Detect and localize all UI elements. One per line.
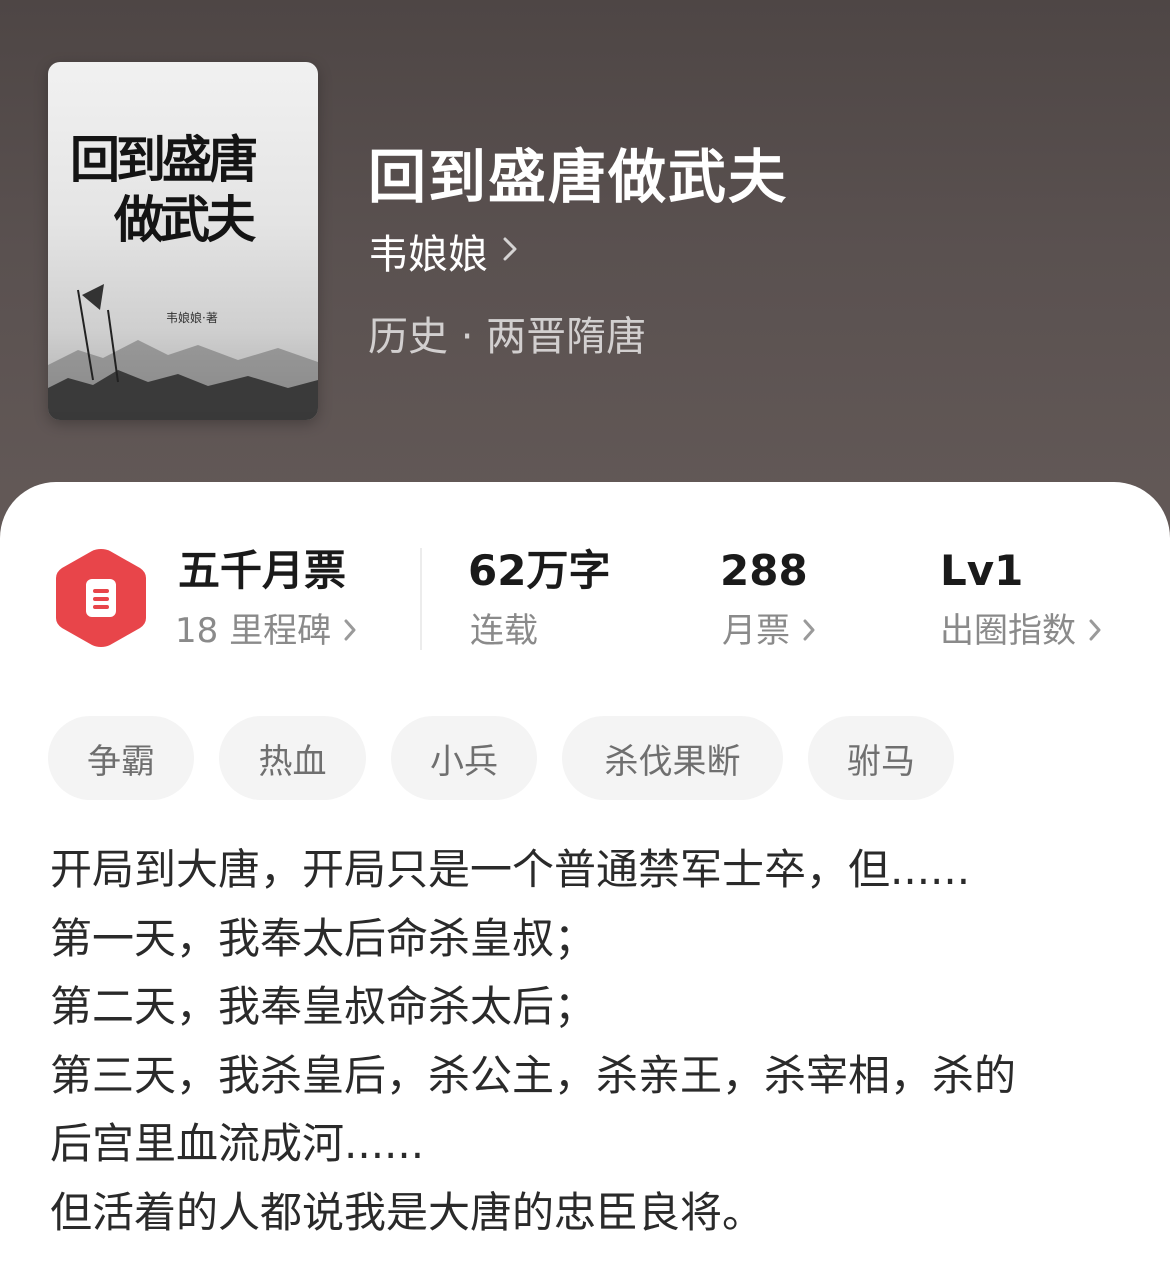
synopsis-line: 第二天，我奉皇叔命杀太后； [50,982,597,1031]
cover-title-art: 回到盛唐 做武夫 [70,130,310,250]
synopsis-line: 开局到大唐，开局只是一个普通禁军士卒，但...... [50,845,971,894]
monthly-vote-count: 288 [720,546,808,595]
tag-chip[interactable]: 驸马 [808,716,954,800]
book-category[interactable]: 历史 · 两晋隋唐 [368,304,646,362]
chevron-right-icon [802,608,816,654]
tag-chip[interactable]: 杀伐果断 [562,716,783,800]
ticket-hexagon-icon[interactable] [52,545,150,651]
author-link[interactable]: 韦娘娘 [368,226,518,278]
milestone-link[interactable]: 18 里程碑 [175,608,357,654]
chevron-right-icon [1088,608,1102,654]
book-header: 回到盛唐 做武夫 韦娘娘·著 回到盛唐做武夫 韦娘娘 历史 · 两晋隋唐 [0,0,1170,560]
book-title: 回到盛唐做武夫 [368,143,789,211]
cover-title-line2: 做武夫 [114,190,256,249]
monthly-vote-link[interactable]: 月票 [722,608,816,654]
milestone-count: 18 里程碑 [175,611,332,651]
author-name: 韦娘娘 [368,232,488,278]
word-count: 62万字 [468,546,611,595]
serial-status-label: 连载 [470,611,538,651]
tag-chip[interactable]: 小兵 [391,716,537,800]
serial-status: 连载 [470,608,538,654]
influence-level: Lv1 [940,546,1024,595]
cover-battle-scene [48,284,318,420]
stats-divider [420,548,422,650]
tag-chip[interactable]: 热血 [219,716,366,800]
chevron-right-icon [502,236,518,266]
synopsis-line: 后宫里血流成河...... [50,1119,425,1168]
synopsis-line: 第三天，我杀皇后，杀公主，杀亲王，杀宰相，杀的 [50,1050,1017,1100]
cover-title-line1: 回到盛唐 [70,130,258,189]
book-cover[interactable]: 回到盛唐 做武夫 韦娘娘·著 [48,62,318,420]
influence-link[interactable]: 出圈指数 [940,608,1102,654]
tag-chip[interactable]: 争霸 [48,716,194,800]
synopsis-line: 第一天，我奉太后命杀皇叔； [50,913,597,963]
book-synopsis[interactable]: 开局到大唐，开局只是一个普通禁军士卒，但...... 第一天，我奉太后命杀皇叔；… [50,836,1140,1247]
influence-label: 出圈指数 [940,611,1076,651]
synopsis-line: 但活着的人都说我是大唐的忠臣良将。 [50,1187,765,1237]
chevron-right-icon [343,608,357,654]
monthly-vote-label: 月票 [722,611,790,651]
milestone-label: 五千月票 [178,546,347,595]
